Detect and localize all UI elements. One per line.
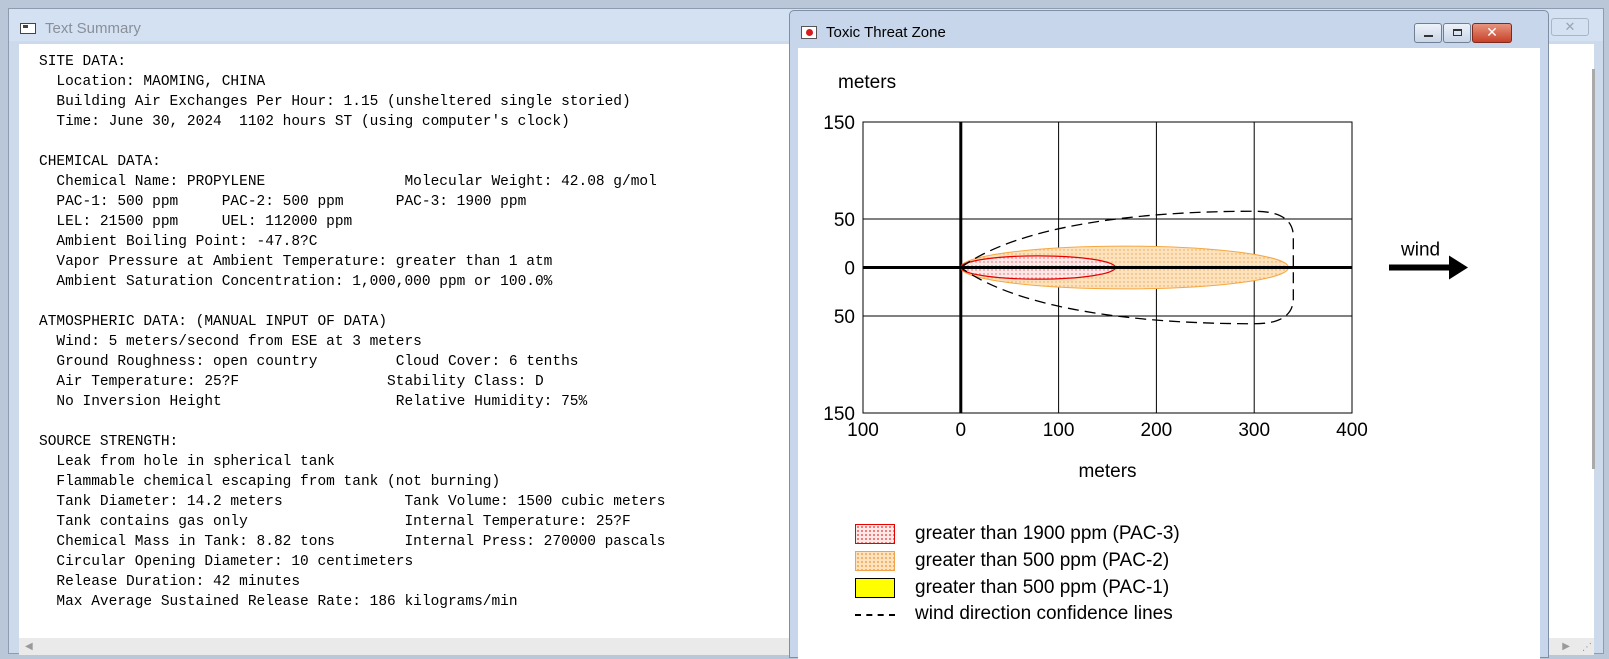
threat-zone-window-icon	[801, 26, 817, 39]
x-tick-label: 200	[1141, 420, 1173, 441]
legend-pac1-label: greater than 500 ppm (PAC-1)	[915, 577, 1170, 598]
close-icon: ✕	[1486, 25, 1498, 41]
minimize-button[interactable]	[1414, 23, 1442, 43]
legend-confidence-label: wind direction confidence lines	[915, 603, 1173, 624]
x-tick-label: 100	[1043, 420, 1075, 441]
y-tick-label: 150	[823, 113, 855, 134]
x-tick-label: 400	[1336, 420, 1368, 441]
wind-arrow-icon	[1449, 255, 1468, 280]
threat-zone-plot-area: 100 0 100 200 300 400 150 50 0 50 150 meters meters w…	[798, 48, 1540, 659]
x-tick-label: 0	[956, 420, 967, 441]
summary-text-block: SITE DATA: Location: MAOMING, CHINA Buil…	[39, 54, 666, 610]
x-axis-title: meters	[1078, 461, 1136, 482]
scroll-left-icon[interactable]: ◀	[25, 641, 33, 652]
y-axis-title: meters	[838, 72, 896, 93]
text-summary-title: Text Summary	[45, 20, 141, 37]
legend-pac2-swatch	[855, 551, 895, 571]
y-tick-label: 0	[844, 259, 855, 280]
close-button[interactable]: ✕	[1472, 23, 1512, 43]
x-tick-label: 300	[1238, 420, 1270, 441]
wind-label: wind	[1400, 240, 1440, 261]
legend-pac3-label: greater than 1900 ppm (PAC-3)	[915, 523, 1180, 544]
maximize-button[interactable]	[1443, 23, 1471, 43]
legend-pac3-swatch	[855, 524, 895, 544]
y-tick-label: 50	[834, 210, 855, 231]
legend-pac1-swatch	[855, 578, 895, 598]
text-summary-window-icon	[20, 23, 36, 34]
text-summary-close-icon[interactable]: ✕	[1551, 18, 1589, 36]
scroll-right-icon[interactable]: ▶	[1562, 641, 1570, 652]
threat-zone-title: Toxic Threat Zone	[826, 24, 946, 41]
resize-grip-icon[interactable]: ⋰	[1582, 642, 1592, 653]
minimize-icon	[1424, 35, 1433, 37]
legend-dash-swatch	[855, 614, 895, 616]
maximize-icon	[1453, 29, 1462, 36]
y-tick-label: 50	[834, 307, 855, 328]
legend-pac2-label: greater than 500 ppm (PAC-2)	[915, 550, 1170, 571]
y-tick-label: 150	[823, 404, 855, 425]
threat-zone-titlebar[interactable]: Toxic Threat Zone ✕	[790, 11, 1548, 47]
vertical-scrollbar[interactable]	[1592, 69, 1595, 469]
toxic-threat-zone-window[interactable]: Toxic Threat Zone ✕ 100 0 100 200 300 400 150 5…	[789, 10, 1549, 659]
